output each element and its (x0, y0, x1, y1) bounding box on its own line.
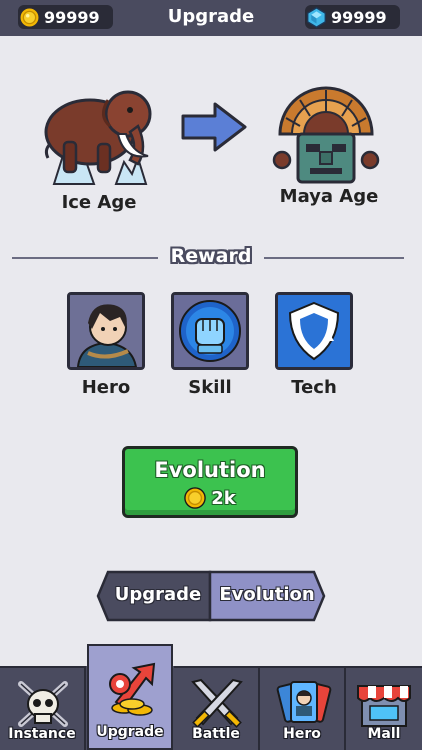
toggle-upgrade[interactable]: Upgrade (108, 584, 208, 605)
to-age-label: Maya Age (279, 186, 379, 207)
nav-label-battle: Battle (192, 726, 240, 742)
nav-instance[interactable]: Instance (0, 666, 86, 750)
nav-label-mall: Mall (367, 726, 401, 742)
reward-label-skill: Skill (188, 377, 232, 398)
nav-label-upgrade: Upgrade (96, 724, 164, 740)
reward-label-tech: Tech (291, 377, 337, 398)
coin-icon (184, 487, 207, 509)
nav-label-instance: Instance (8, 726, 76, 742)
reward-card-hero[interactable] (67, 292, 145, 370)
gem-icon (307, 6, 326, 28)
divider-left (12, 257, 158, 259)
evolution-button-label: Evolution (154, 458, 266, 482)
arrow-right-icon (181, 102, 247, 152)
mammoth-icon (44, 90, 152, 185)
skull-swords-icon (18, 681, 68, 727)
shop-stall-icon (357, 685, 411, 727)
nav-hero[interactable]: Hero (260, 666, 346, 750)
evolution-cost: 2k (125, 487, 295, 509)
shield-tech-icon (278, 295, 350, 367)
maya-totem-icon (272, 86, 380, 184)
nav-label-hero: Hero (283, 726, 321, 742)
gem-amount: 99999 (331, 7, 387, 27)
reward-label-hero: Hero (81, 377, 131, 398)
reward-card-skill[interactable] (171, 292, 249, 370)
nav-upgrade[interactable]: Upgrade (87, 644, 173, 750)
gem-counter[interactable]: 99999 (305, 5, 400, 29)
evolution-button[interactable]: Evolution 2k (122, 446, 298, 518)
nav-mall[interactable]: Mall (346, 666, 422, 750)
reward-title: Reward (170, 245, 252, 267)
divider-right (264, 257, 404, 259)
reward-card-tech[interactable] (275, 292, 353, 370)
hero-cards-icon (276, 681, 332, 723)
toggle-evolution[interactable]: Evolution (212, 584, 322, 605)
hero-portrait-icon (70, 295, 142, 367)
fist-icon (174, 295, 246, 367)
from-age-label: Ice Age (61, 192, 137, 213)
mode-toggle: Upgrade Evolution (96, 570, 326, 622)
evolution-cost-value: 2k (211, 487, 236, 509)
crossed-swords-icon (191, 678, 243, 728)
nav-battle[interactable]: Battle (174, 666, 260, 750)
upgrade-arrow-coins-icon (109, 662, 156, 716)
